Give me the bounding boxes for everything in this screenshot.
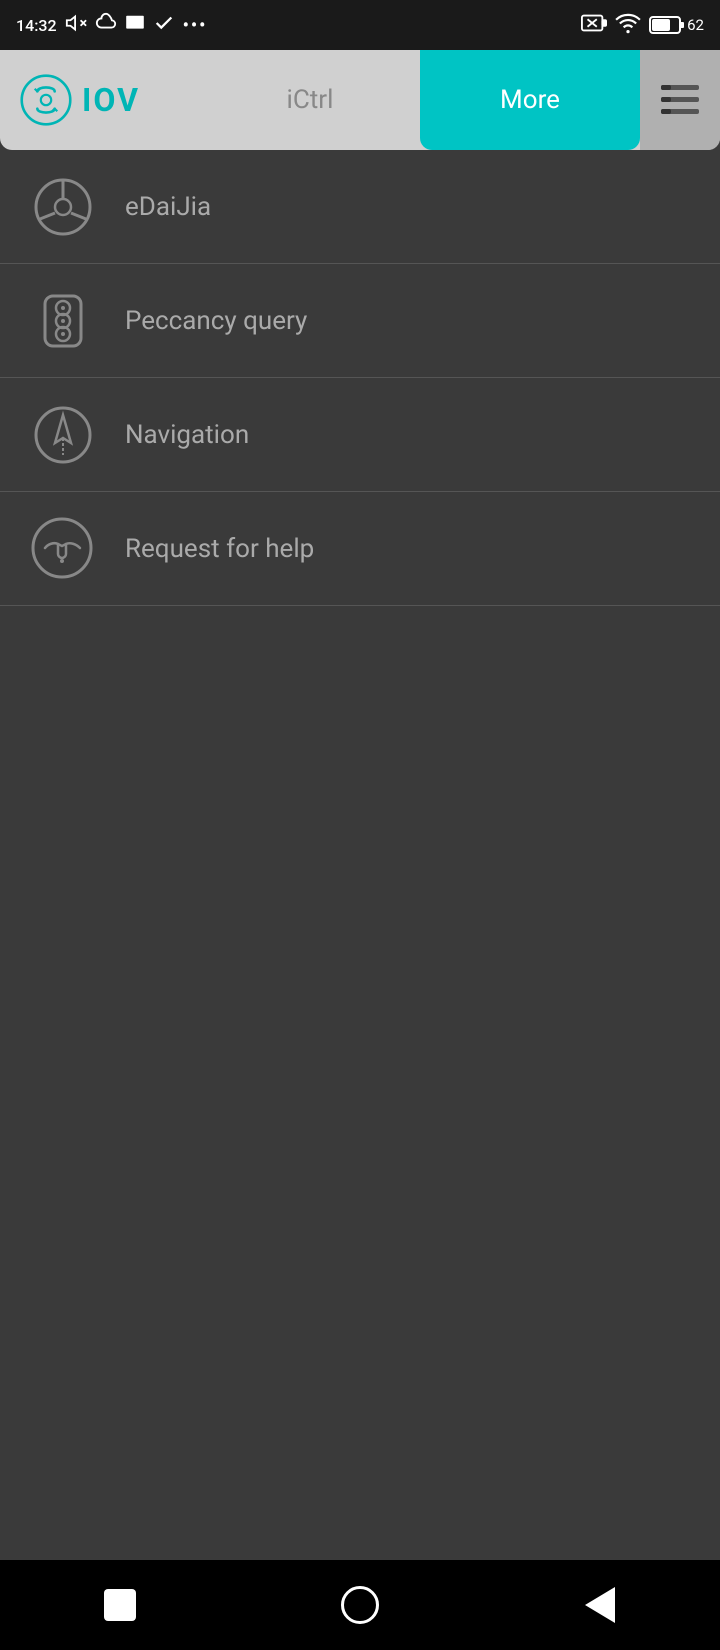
- tab-ictrl[interactable]: iCtrl: [200, 50, 420, 150]
- recents-button[interactable]: [90, 1575, 150, 1635]
- menu-item-navigation[interactable]: Navigation: [0, 378, 720, 492]
- handshake-icon: [30, 516, 95, 581]
- help-label: Request for help: [125, 534, 314, 564]
- wifi-icon: [615, 12, 641, 38]
- traffic-light-icon: [30, 288, 95, 353]
- tab-more[interactable]: More: [420, 50, 640, 150]
- menu-item-help[interactable]: Request for help: [0, 492, 720, 606]
- circle-icon: [341, 1586, 379, 1624]
- steering-wheel-icon: [30, 174, 95, 239]
- edaijia-label: eDaiJia: [125, 192, 211, 222]
- cloud-sync-icon: [95, 12, 117, 38]
- bottom-navigation-bar: [0, 1560, 720, 1650]
- status-right: 62: [581, 12, 704, 38]
- status-bar: 14:32 •••: [0, 0, 720, 50]
- check-icon: [153, 12, 175, 38]
- screen-icon: [125, 15, 145, 35]
- more-dots-icon: •••: [183, 15, 208, 36]
- volume-off-icon: [65, 12, 87, 38]
- peccancy-label: Peccancy query: [125, 306, 307, 336]
- menu-item-peccancy[interactable]: Peccancy query: [0, 264, 720, 378]
- battery-percent: 62: [687, 16, 704, 34]
- iov-logo-icon: [20, 74, 72, 126]
- menu-button[interactable]: [640, 50, 720, 150]
- app-logo-text: IOV: [82, 81, 140, 119]
- home-button[interactable]: [330, 1575, 390, 1635]
- triangle-back-icon: [585, 1587, 615, 1623]
- menu-item-edaijia[interactable]: eDaiJia: [0, 150, 720, 264]
- hamburger-icon: [661, 85, 699, 115]
- status-left: 14:32 •••: [16, 12, 207, 38]
- square-icon: [104, 1589, 136, 1621]
- menu-list: eDaiJia Peccancy query: [0, 150, 720, 1560]
- battery-level-icon: 62: [649, 15, 704, 35]
- navigation-icon: [30, 402, 95, 467]
- logo-area: IOV: [0, 74, 200, 126]
- tabs-area: iCtrl More: [200, 50, 720, 150]
- back-button[interactable]: [570, 1575, 630, 1635]
- battery-x-icon: [581, 12, 607, 38]
- navigation-label: Navigation: [125, 420, 249, 450]
- app-header: IOV iCtrl More: [0, 50, 720, 150]
- time-display: 14:32: [16, 16, 57, 35]
